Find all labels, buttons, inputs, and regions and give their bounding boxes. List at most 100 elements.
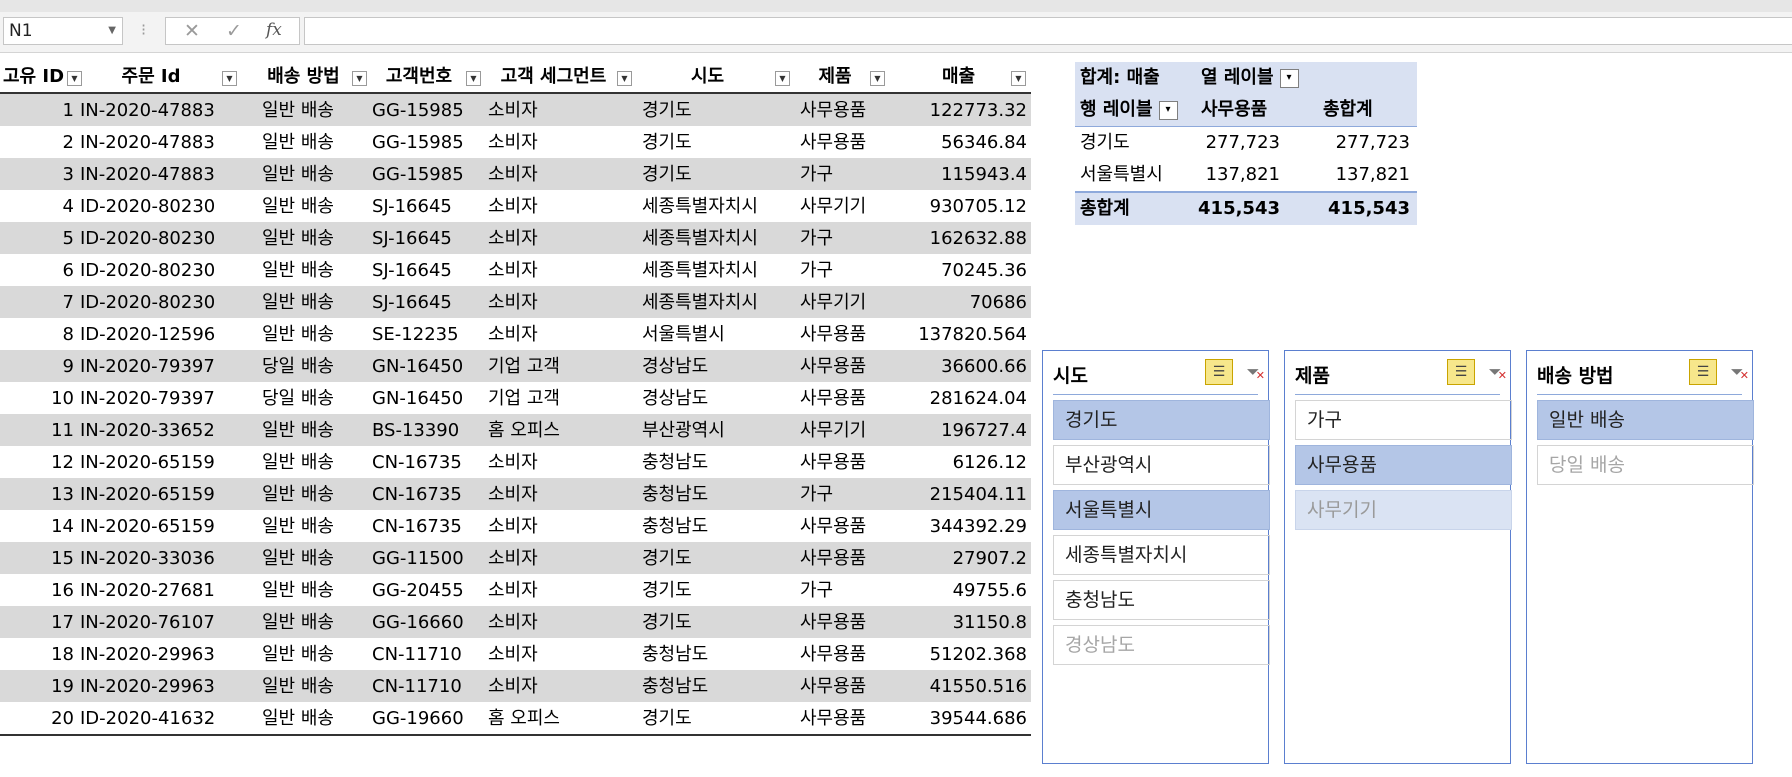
table-cell[interactable]: 196727.4 — [906, 414, 1027, 446]
column-header[interactable]: 시도 — [640, 62, 775, 92]
column-header[interactable]: 주문 Id — [80, 62, 222, 92]
table-cell[interactable]: 7 — [0, 286, 74, 318]
table-cell[interactable]: 세종특별자치시 — [642, 222, 786, 254]
table-cell[interactable]: 일반 배송 — [262, 606, 360, 638]
table-cell[interactable]: IN-2020-29963 — [80, 670, 220, 702]
cancel-icon[interactable]: ✕ — [184, 20, 200, 42]
table-cell[interactable]: 5 — [0, 222, 74, 254]
slicer-item[interactable]: 일반 배송 — [1537, 400, 1754, 440]
table-cell[interactable]: 31150.8 — [906, 606, 1027, 638]
table-cell[interactable]: 사무기기 — [800, 190, 906, 222]
table-cell[interactable]: 경기도 — [642, 606, 786, 638]
table-cell[interactable]: 경기도 — [642, 158, 786, 190]
column-header[interactable]: 고유 ID — [0, 62, 67, 92]
clear-filter-icon[interactable]: ⏷ ✕ — [1725, 361, 1749, 385]
slicer-sido[interactable]: 시도 ☰ ⏷ ✕ 경기도 부산광역시 서울특별시 세종특별자치시 충청남도 경상남도 — [1042, 350, 1270, 764]
table-cell[interactable]: 소비자 — [488, 670, 628, 702]
table-cell[interactable]: 경기도 — [642, 94, 786, 126]
table-cell[interactable]: GG-16660 — [372, 606, 472, 638]
table-cell[interactable]: GG-11500 — [372, 542, 472, 574]
table-cell[interactable]: 경기도 — [642, 702, 786, 734]
table-cell[interactable]: 일반 배송 — [262, 414, 360, 446]
table-cell[interactable]: 세종특별자치시 — [642, 286, 786, 318]
table-cell[interactable]: 10 — [0, 382, 74, 414]
insert-function-icon[interactable]: fx — [266, 20, 282, 40]
table-cell[interactable]: 소비자 — [488, 606, 628, 638]
table-cell[interactable]: GG-15985 — [372, 94, 472, 126]
chevron-down-icon[interactable]: ▼ — [108, 18, 116, 44]
table-cell[interactable]: CN-11710 — [372, 638, 472, 670]
table-cell[interactable]: ID-2020-80230 — [80, 286, 220, 318]
slicer-item[interactable]: 경기도 — [1053, 400, 1270, 440]
table-row[interactable]: 2 IN-2020-47883 일반 배송 GG-15985 소비자 경기도 사무용품 563… — [0, 126, 1031, 158]
table-cell[interactable]: IN-2020-79397 — [80, 382, 220, 414]
table-cell[interactable]: 162632.88 — [906, 222, 1027, 254]
table-row[interactable]: 17 IN-2020-76107 일반 배송 GG-16660 소비자 경기도 사무용품 31… — [0, 606, 1031, 638]
table-cell[interactable]: 137820.564 — [906, 318, 1027, 350]
table-cell[interactable]: 19 — [0, 670, 74, 702]
table-cell[interactable]: GG-15985 — [372, 158, 472, 190]
table-cell[interactable]: 사무용품 — [800, 350, 906, 382]
table-cell[interactable]: 사무용품 — [800, 638, 906, 670]
table-cell[interactable]: 사무용품 — [800, 126, 906, 158]
table-cell[interactable]: 사무용품 — [800, 94, 906, 126]
table-row[interactable]: 13 IN-2020-65159 일반 배송 CN-16735 소비자 충청남도 가구 215… — [0, 478, 1031, 510]
table-cell[interactable]: 서울특별시 — [642, 318, 786, 350]
table-cell[interactable]: IN-2020-65159 — [80, 510, 220, 542]
table-cell[interactable]: 충청남도 — [642, 670, 786, 702]
table-cell[interactable]: 15 — [0, 542, 74, 574]
table-cell[interactable]: 사무용품 — [800, 670, 906, 702]
table-cell[interactable]: 소비자 — [488, 222, 628, 254]
table-cell[interactable]: 소비자 — [488, 318, 628, 350]
table-row[interactable]: 1 IN-2020-47883 일반 배송 GG-15985 소비자 경기도 사무용품 122… — [0, 94, 1031, 126]
table-cell[interactable]: 344392.29 — [906, 510, 1027, 542]
table-cell[interactable]: 경상남도 — [642, 382, 786, 414]
table-cell[interactable]: 3 — [0, 158, 74, 190]
table-row[interactable]: 11 IN-2020-33652 일반 배송 BS-13390 홈 오피스 부산광역시 사무… — [0, 414, 1031, 446]
table-cell[interactable]: 일반 배송 — [262, 286, 360, 318]
filter-dropdown-icon[interactable]: ▼ — [222, 71, 237, 86]
multi-select-icon[interactable]: ☰ — [1447, 359, 1475, 385]
table-row[interactable]: 19 IN-2020-29963 일반 배송 CN-11710 소비자 충청남도 사무용품 4… — [0, 670, 1031, 702]
table-cell[interactable]: 소비자 — [488, 286, 628, 318]
slicer-item[interactable]: 사무용품 — [1295, 445, 1512, 485]
table-cell[interactable]: 일반 배송 — [262, 94, 360, 126]
table-cell[interactable]: 115943.4 — [906, 158, 1027, 190]
table-cell[interactable]: 충청남도 — [642, 638, 786, 670]
table-cell[interactable]: 9 — [0, 350, 74, 382]
table-row[interactable]: 9 IN-2020-79397 당일 배송 GN-16450 기업 고객 경상남도 사무용품… — [0, 350, 1031, 382]
table-cell[interactable]: 36600.66 — [906, 350, 1027, 382]
table-cell[interactable]: 사무용품 — [800, 606, 906, 638]
table-row[interactable]: 3 IN-2020-47883 일반 배송 GG-15985 소비자 경기도 가구 11594… — [0, 158, 1031, 190]
table-cell[interactable]: 경기도 — [642, 574, 786, 606]
table-cell[interactable]: 소비자 — [488, 254, 628, 286]
table-cell[interactable]: SE-12235 — [372, 318, 472, 350]
table-cell[interactable]: 사무용품 — [800, 510, 906, 542]
slicer-product[interactable]: 제품 ☰ ⏷ ✕ 가구 사무용품 사무기기 — [1284, 350, 1512, 764]
column-header[interactable]: 고객 세그먼트 — [488, 62, 619, 92]
table-cell[interactable]: 사무용품 — [800, 702, 906, 734]
table-cell[interactable]: 일반 배송 — [262, 510, 360, 542]
table-cell[interactable]: 사무기기 — [800, 414, 906, 446]
table-cell[interactable]: 소비자 — [488, 190, 628, 222]
table-cell[interactable]: GG-15985 — [372, 126, 472, 158]
table-cell[interactable]: 소비자 — [488, 638, 628, 670]
table-cell[interactable]: IN-2020-79397 — [80, 350, 220, 382]
table-cell[interactable]: SJ-16645 — [372, 190, 472, 222]
table-cell[interactable]: 70686 — [906, 286, 1027, 318]
table-cell[interactable]: 12 — [0, 446, 74, 478]
table-cell[interactable]: 부산광역시 — [642, 414, 786, 446]
table-cell[interactable]: 51202.368 — [906, 638, 1027, 670]
table-cell[interactable]: 일반 배송 — [262, 574, 360, 606]
table-cell[interactable]: 일반 배송 — [262, 222, 360, 254]
slicer-item[interactable]: 부산광역시 — [1053, 445, 1270, 485]
slicer-item[interactable]: 서울특별시 — [1053, 490, 1270, 530]
table-cell[interactable]: 소비자 — [488, 510, 628, 542]
table-row[interactable]: 10 IN-2020-79397 당일 배송 GN-16450 기업 고객 경상남도 사무용… — [0, 382, 1031, 414]
filter-dropdown-icon[interactable]: ▼ — [775, 71, 790, 86]
clear-filter-icon[interactable]: ⏷ ✕ — [1483, 361, 1507, 385]
table-cell[interactable]: 122773.32 — [906, 94, 1027, 126]
table-cell[interactable]: ID-2020-12596 — [80, 318, 220, 350]
table-cell[interactable]: 일반 배송 — [262, 254, 360, 286]
enter-icon[interactable]: ✓ — [226, 20, 242, 42]
